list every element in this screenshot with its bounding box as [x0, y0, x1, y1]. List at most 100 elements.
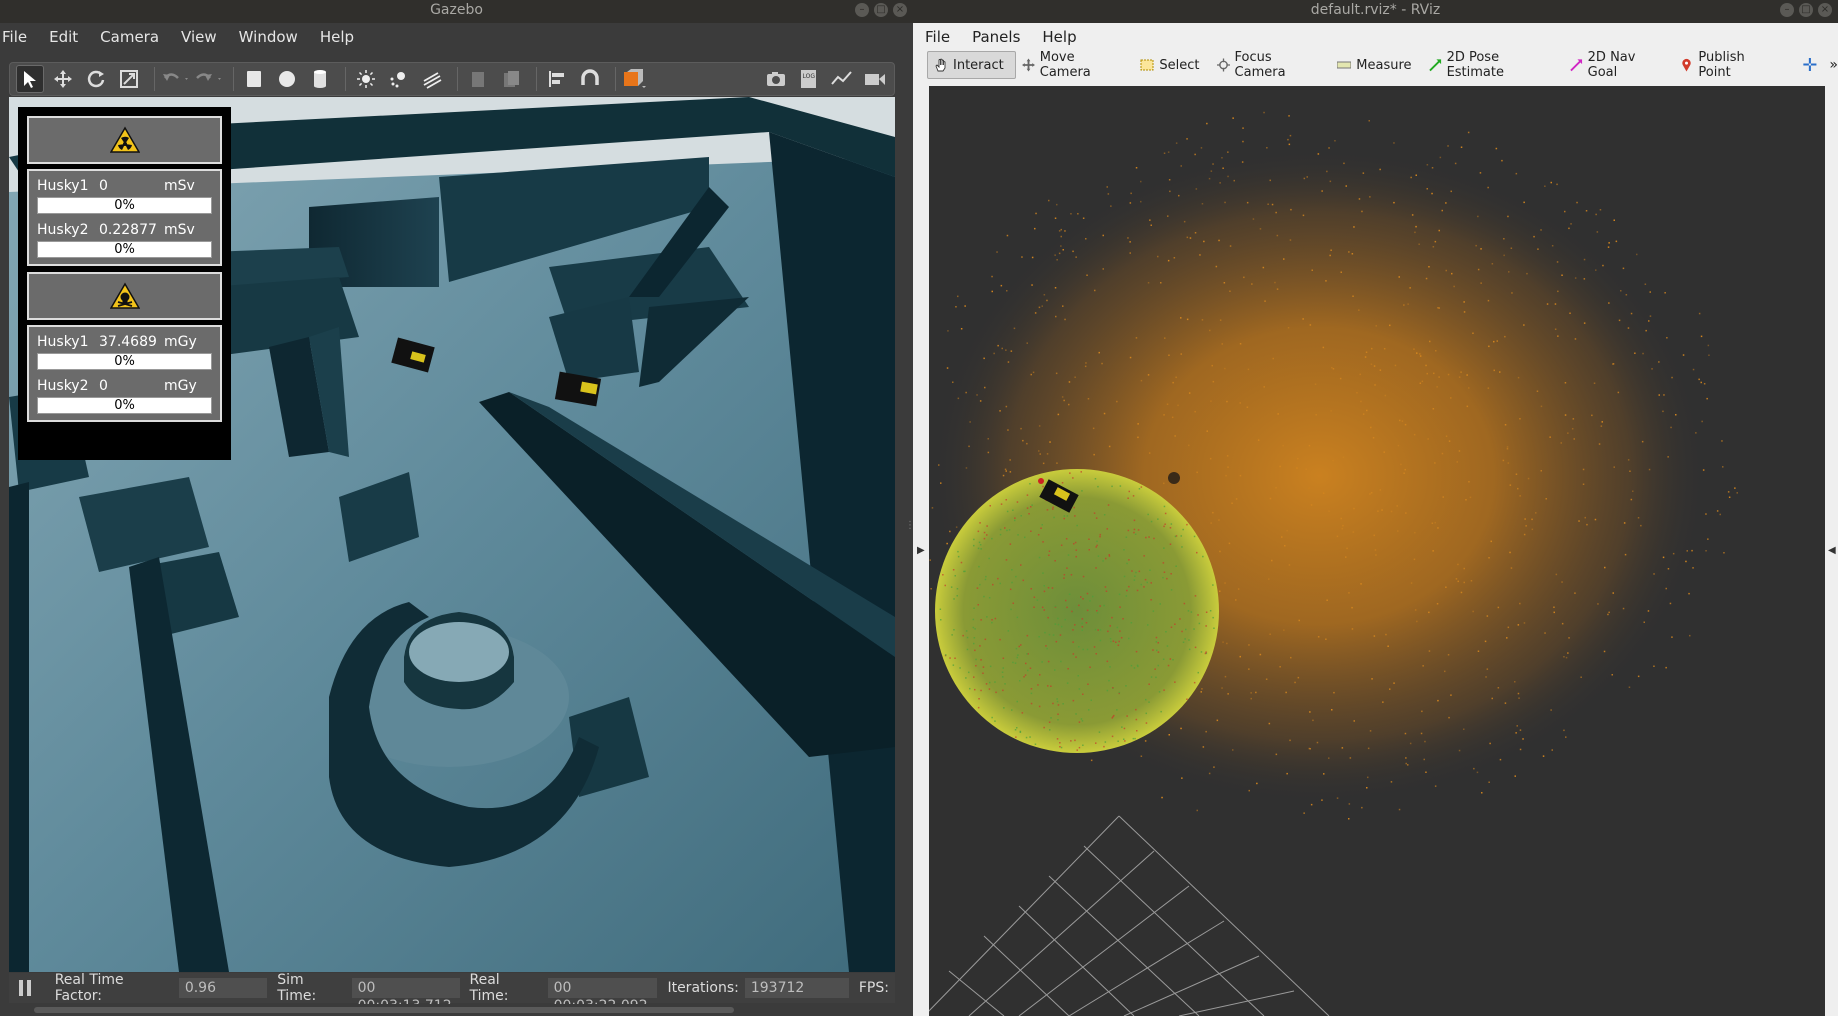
measure-tool[interactable]: Measure — [1331, 51, 1422, 79]
skull-icon — [109, 282, 140, 309]
unit-label: mSv — [164, 222, 195, 238]
toolbar-separator — [154, 67, 155, 91]
pause-icon[interactable] — [19, 980, 33, 996]
hand-icon — [935, 58, 946, 72]
rviz-window: default.rviz* - RViz – □ × File Panels H… — [913, 0, 1838, 1016]
menu-help[interactable]: Help — [308, 28, 364, 46]
gazebo-status-bar: Real Time Factor: 0.96 Sim Time: 00 00:0… — [9, 972, 895, 1014]
translate-icon[interactable] — [49, 65, 77, 93]
unit-label: mGy — [164, 378, 197, 394]
husky1-label: Husky1 — [37, 178, 89, 194]
spot-light-icon[interactable] — [385, 65, 413, 93]
menu-help[interactable]: Help — [1030, 28, 1086, 46]
log-icon[interactable]: LOG — [795, 65, 823, 93]
husky1-radiation-value: 0 — [99, 178, 108, 194]
toolbar-separator — [536, 67, 537, 91]
sim-time-label: Sim Time: — [277, 972, 317, 1004]
redo-icon[interactable] — [194, 65, 222, 93]
point-light-icon[interactable] — [352, 65, 380, 93]
record-icon[interactable] — [861, 65, 889, 93]
toolbar-separator — [345, 67, 346, 91]
select-tool[interactable]: Select — [1134, 51, 1210, 79]
toolbar-separator — [615, 67, 616, 91]
radiation-sphere — [935, 469, 1219, 753]
husky1-label: Husky1 — [37, 334, 89, 350]
screenshot-icon[interactable] — [762, 65, 790, 93]
nav-goal-tool[interactable]: 2D Nav Goal — [1564, 50, 1675, 80]
sensor-overlay: Husky1 0 mSv 0% Husky2 0.22877 mSv 0% Hu… — [18, 107, 231, 460]
real-time-factor-label: Real Time Factor: — [54, 972, 124, 1004]
undo-icon[interactable] — [161, 65, 189, 93]
cylinder-icon[interactable] — [306, 65, 334, 93]
unit-label: mSv — [164, 178, 195, 194]
husky2-dose-bar: 0% — [37, 397, 212, 414]
husky2-radiation-value: 0.22877 — [99, 222, 157, 238]
husky1-dose-bar: 0% — [37, 353, 212, 370]
toolbar-separator — [457, 67, 458, 91]
sphere-icon[interactable] — [273, 65, 301, 93]
directional-light-icon[interactable] — [418, 65, 446, 93]
add-tool-icon[interactable]: ✛ — [1802, 55, 1817, 76]
select-label: Select — [1159, 57, 1200, 73]
move-camera-label: Move Camera — [1039, 50, 1091, 80]
move-camera-tool[interactable]: Move Camera — [1016, 50, 1135, 80]
gazebo-scrollbar[interactable] — [9, 1004, 895, 1016]
focus-camera-tool[interactable]: Focus Camera — [1211, 50, 1332, 80]
menu-view[interactable]: View — [169, 28, 227, 46]
color-icon[interactable] — [622, 65, 650, 93]
husky2-radiation-bar: 0% — [37, 241, 212, 258]
window-splitter[interactable]: ⋮ — [905, 520, 915, 550]
menu-edit[interactable]: Edit — [37, 28, 88, 46]
rviz-window-title: default.rviz* - RViz — [1310, 2, 1441, 18]
menu-window[interactable]: Window — [227, 28, 308, 46]
close-icon[interactable]: × — [1818, 3, 1832, 17]
maximize-icon[interactable]: □ — [874, 3, 888, 17]
husky1-radiation-bar: 0% — [37, 197, 212, 214]
scale-icon[interactable] — [115, 65, 143, 93]
pose-estimate-tool[interactable]: 2D Pose Estimate — [1423, 50, 1564, 80]
husky2-dose-value: 0 — [99, 378, 108, 394]
box-icon[interactable] — [240, 65, 268, 93]
real-time-factor-value: 0.96 — [178, 978, 268, 998]
menu-file[interactable]: File — [0, 28, 37, 46]
menu-file[interactable]: File — [913, 28, 960, 46]
gazebo-window-title: Gazebo — [430, 2, 483, 18]
expand-right-panel-icon[interactable]: ◀ — [1828, 545, 1836, 556]
iterations-label: Iterations: — [667, 980, 739, 996]
unit-label: mGy — [164, 334, 197, 350]
toxic-panel — [27, 272, 222, 320]
interact-tool[interactable]: Interact — [927, 51, 1016, 79]
fps-label: FPS: — [858, 980, 889, 996]
rotate-icon[interactable] — [82, 65, 110, 93]
menu-camera[interactable]: Camera — [88, 28, 169, 46]
point-cloud-scene — [929, 86, 1825, 1016]
svg-text:LOG: LOG — [803, 73, 816, 80]
close-icon[interactable]: × — [893, 3, 907, 17]
toolbar-overflow-icon[interactable]: » — [1829, 57, 1838, 73]
publish-point-tool[interactable]: Publish Point — [1674, 50, 1786, 80]
rviz-3d-view[interactable] — [929, 86, 1825, 1016]
select-arrow-icon[interactable] — [16, 65, 44, 93]
plot-icon[interactable] — [828, 65, 856, 93]
toolbar-separator — [233, 67, 234, 91]
green-arrow-icon — [1428, 59, 1441, 72]
minimize-icon[interactable]: – — [855, 3, 869, 17]
toxic-readings: Husky1 37.4689 mGy 0% Husky2 0 mGy 0% — [27, 325, 222, 422]
pose-estimate-label: 2D Pose Estimate — [1446, 50, 1504, 80]
robot2-marker — [1168, 472, 1180, 484]
radiation-readings: Husky1 0 mSv 0% Husky2 0.22877 mSv 0% — [27, 169, 222, 266]
snap-icon[interactable] — [576, 65, 604, 93]
rviz-toolbar: Interact Move Camera Select Focus Camera… — [913, 50, 1838, 80]
husky2-label: Husky2 — [37, 378, 89, 394]
paste-icon[interactable] — [497, 65, 525, 93]
copy-icon[interactable] — [464, 65, 492, 93]
align-icon[interactable] — [543, 65, 571, 93]
expand-left-panel-icon[interactable]: ▶ — [917, 545, 925, 556]
gazebo-menubar: File Edit Camera View Window Help — [0, 23, 913, 51]
menu-panels[interactable]: Panels — [960, 28, 1030, 46]
iterations-value: 193712 — [744, 978, 849, 998]
select-rect-icon — [1140, 59, 1154, 71]
maximize-icon[interactable]: □ — [1799, 3, 1813, 17]
focus-icon — [1216, 58, 1230, 72]
minimize-icon[interactable]: – — [1780, 3, 1794, 17]
